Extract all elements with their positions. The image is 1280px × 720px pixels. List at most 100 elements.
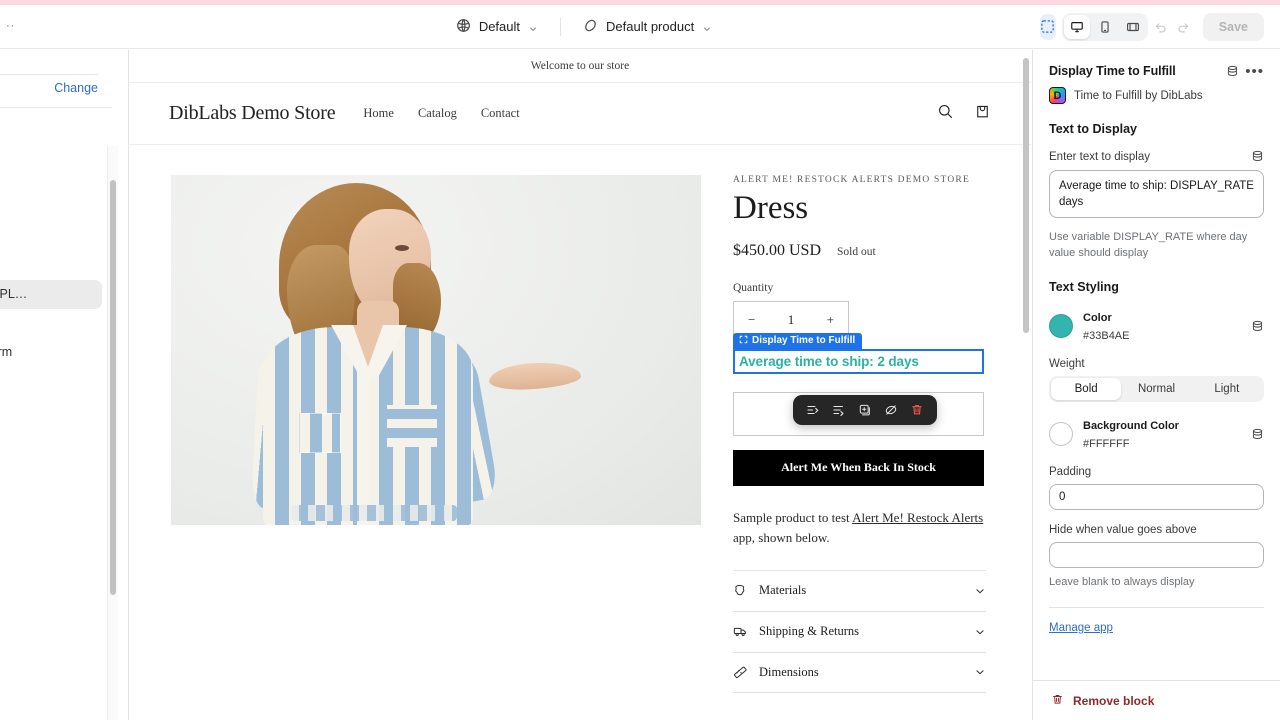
store-preview: Welcome to our store DibLabs Demo Store … <box>128 50 1031 720</box>
sidebar-section-list: Product information Stock tracker Varian… <box>0 138 112 581</box>
description-link[interactable]: Alert Me! Restock Alerts <box>852 510 983 525</box>
overflow-menu-icon[interactable]: ·· <box>6 21 15 32</box>
text-to-display-input[interactable] <box>1049 170 1264 219</box>
sidebar-divider <box>0 74 98 75</box>
hide-threshold-help: Leave blank to always display <box>1049 576 1195 589</box>
duplicate-icon[interactable] <box>854 399 876 421</box>
sidebar-item-product-information[interactable]: Product information <box>0 146 102 175</box>
hide-threshold-input[interactable] <box>1049 542 1264 569</box>
product-availability-badge: Sold out <box>837 245 876 258</box>
redo-icon[interactable] <box>1175 14 1191 40</box>
metafield-icon[interactable] <box>1226 65 1239 78</box>
theme-editor-window: ·· Default Default product Save Change P… <box>0 0 1280 720</box>
nav-link-contact[interactable]: Contact <box>481 106 520 121</box>
theme-selector[interactable]: Default <box>448 14 546 40</box>
quantity-increment-button[interactable]: + <box>827 312 834 328</box>
sidebar-item-add-block[interactable]: Add block <box>0 514 102 543</box>
weight-option-normal[interactable]: Normal <box>1121 378 1191 400</box>
product-price: $450.00 USD <box>733 241 822 259</box>
ruler-icon <box>733 665 748 680</box>
search-icon[interactable] <box>937 103 954 125</box>
left-sidebar: Change Product information Stock tracker… <box>0 50 118 720</box>
more-options-icon[interactable]: ••• <box>1245 64 1264 79</box>
accordion-row-dimensions[interactable]: Dimensions <box>733 651 986 693</box>
accordion-row-materials[interactable]: Materials <box>733 569 986 611</box>
hide-threshold-label: Hide when value goes above <box>1049 524 1197 537</box>
accordion-row-shipping-returns[interactable]: Shipping & Returns <box>733 610 986 652</box>
manage-app-link[interactable]: Manage app <box>1049 622 1113 634</box>
undo-icon[interactable] <box>1154 14 1170 40</box>
move-down-icon[interactable] <box>828 399 850 421</box>
save-button[interactable]: Save <box>1202 12 1264 41</box>
color-setting-row[interactable]: Color #33B4AE <box>1049 308 1264 344</box>
text-field-label: Enter text to display <box>1049 150 1150 163</box>
background-color-texts: Background Color #FFFFFF <box>1083 416 1241 452</box>
description-pre: Sample product to test <box>733 509 853 525</box>
quantity-label: Quantity <box>733 281 774 294</box>
fullscreen-icon[interactable] <box>1120 15 1146 39</box>
inspector-icon[interactable] <box>1040 13 1056 40</box>
store-logo[interactable]: DibLabs Demo Store <box>169 102 336 125</box>
store-header: DibLabs Demo Store Home Catalog Contact <box>129 83 1031 145</box>
sidebar-item-time-to-ship[interactable]: Average time to ship: DISPL… <box>0 280 102 309</box>
alert-me-button[interactable]: Alert Me When Back In Stock <box>733 449 984 486</box>
sidebar-item-stock-tracker[interactable]: Stock tracker <box>0 223 102 252</box>
metafield-icon[interactable] <box>1251 320 1264 333</box>
remove-block-label: Remove block <box>1073 693 1155 708</box>
sidebar-item-restock-alert-form[interactable]: Restock Alert Sign Up Form <box>0 338 102 367</box>
sidebar-item-contact[interactable]: Contact <box>0 542 102 571</box>
app-attribution: Time to Fulfill by DibLabs <box>1049 87 1264 104</box>
settings-divider <box>1049 607 1264 608</box>
quantity-decrement-button[interactable]: − <box>748 312 755 328</box>
nav-link-catalog[interactable]: Catalog <box>418 106 457 121</box>
sidebar-item-care-instructions[interactable]: Care instructions <box>0 469 102 498</box>
chevron-down-icon <box>702 22 712 32</box>
dress-pocket-left <box>299 413 341 453</box>
metafield-icon[interactable] <box>1251 428 1264 441</box>
truck-icon <box>733 624 748 639</box>
mobile-icon[interactable] <box>1092 15 1118 39</box>
desktop-icon[interactable] <box>1063 14 1090 39</box>
sidebar-item-dimensions[interactable]: Dimensions <box>0 440 102 469</box>
trash-icon <box>1051 693 1064 709</box>
globe-icon <box>456 18 471 36</box>
sidebar-item-description[interactable]: Description <box>0 367 102 396</box>
model-eye <box>395 245 409 251</box>
color-swatch[interactable] <box>1049 314 1073 339</box>
topbar-divider <box>560 17 562 36</box>
metafield-icon[interactable] <box>1251 150 1264 163</box>
background-color-setting-row[interactable]: Background Color #FFFFFF <box>1049 416 1264 452</box>
product-image[interactable] <box>171 175 701 525</box>
sidebar-item-shipping-returns[interactable]: Shipping & Returns <box>0 411 102 440</box>
padding-input[interactable] <box>1049 484 1264 511</box>
product-vendor: ALERT ME! RESTOCK ALERTS DEMO STORE <box>733 175 970 185</box>
background-color-swatch[interactable] <box>1049 422 1073 447</box>
time-to-fulfill-block[interactable]: Average time to ship: 2 days <box>733 348 984 374</box>
preview-scrollbar[interactable] <box>1023 58 1029 333</box>
quantity-value[interactable]: 1 <box>788 312 795 328</box>
delete-icon[interactable] <box>906 399 928 421</box>
weight-option-light[interactable]: Light <box>1192 378 1262 400</box>
block-settings-panel: Display Time to Fulfill ••• Time to Fulf… <box>1032 50 1280 720</box>
weight-option-bold[interactable]: Bold <box>1051 378 1122 401</box>
sidebar-item-buy-buttons[interactable]: Buy buttons <box>0 309 102 338</box>
sidebar-header-card: Change <box>0 50 112 108</box>
change-link[interactable]: Change <box>0 81 98 95</box>
announcement-bar: Welcome to our store <box>129 50 1031 83</box>
leather-icon <box>733 583 748 598</box>
settings-title: Display Time to Fulfill <box>1049 64 1176 78</box>
move-up-icon[interactable] <box>802 399 824 421</box>
sidebar-scrollbar[interactable] <box>110 180 116 595</box>
nav-link-home[interactable]: Home <box>363 106 394 121</box>
sidebar-item-variant-selector[interactable]: Variant selector <box>0 252 102 281</box>
template-selector[interactable]: Default product <box>575 14 720 40</box>
background-color-label: Background Color <box>1083 420 1179 433</box>
remove-block-button[interactable]: Remove block <box>1033 680 1280 720</box>
weight-segmented-control: Bold Normal Light <box>1049 376 1264 403</box>
hide-icon[interactable] <box>880 399 902 421</box>
topbar-right: Save <box>1040 12 1280 41</box>
cart-icon[interactable] <box>974 103 991 125</box>
